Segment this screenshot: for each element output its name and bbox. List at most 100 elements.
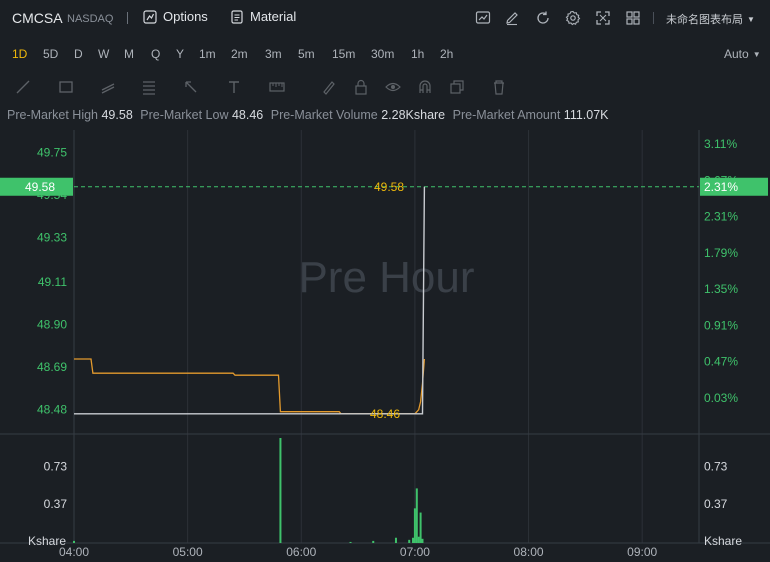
- channel-icon[interactable]: [99, 78, 117, 96]
- drawing-toolbar: [0, 74, 770, 100]
- symbol-name[interactable]: CMCSA: [12, 10, 63, 26]
- scale-mode-selector[interactable]: Auto ▼: [724, 47, 761, 61]
- fullscreen-icon[interactable]: [595, 10, 611, 26]
- percent-tick-label: 0.03%: [704, 391, 738, 405]
- percent-tick-label: 0.91%: [704, 318, 738, 332]
- time-tick-label: 05:00: [173, 545, 203, 559]
- rectangle-icon[interactable]: [57, 78, 75, 96]
- top-toolbar: CMCSA NASDAQ Options Material 未命名图表布局 ▼: [0, 0, 770, 37]
- period-1d[interactable]: 1D: [12, 47, 27, 61]
- percent-tick-label: 3.11%: [704, 137, 737, 151]
- volume-value: 2.28Kshare: [381, 108, 446, 122]
- volume-bar: [417, 536, 420, 543]
- lock-icon[interactable]: [352, 78, 370, 96]
- trash-icon[interactable]: [490, 78, 508, 96]
- chevron-down-icon: ▼: [747, 14, 755, 24]
- brush-icon[interactable]: [320, 78, 338, 96]
- exchange-name: NASDAQ: [67, 13, 114, 25]
- time-tick-label: 06:00: [286, 545, 316, 559]
- volume-label: Pre-Market Volume: [270, 108, 378, 122]
- volume-tick-label: 0.37: [704, 497, 728, 511]
- period-5m[interactable]: 5m: [298, 47, 315, 61]
- volume-bar: [73, 540, 75, 543]
- high-value: 49.58: [101, 108, 133, 122]
- time-tick-label: 09:00: [627, 545, 657, 559]
- amount-label: Pre-Market Amount: [452, 108, 561, 122]
- price-tick-label: 48.69: [37, 360, 67, 374]
- text-tool-icon[interactable]: [225, 78, 243, 96]
- options-label: Options: [163, 9, 208, 24]
- time-tick-label: 07:00: [400, 545, 430, 559]
- time-tick-label: 04:00: [59, 545, 89, 559]
- high-annotation: 49.58: [374, 180, 404, 194]
- volume-bar: [421, 538, 424, 543]
- measure-icon[interactable]: [268, 78, 286, 96]
- volume-bar: [408, 539, 411, 543]
- volume-bar: [279, 438, 282, 543]
- chart-watermark: Pre Hour: [298, 253, 474, 302]
- time-tick-label: 08:00: [514, 545, 544, 559]
- price-tick-label: 49.33: [37, 230, 67, 244]
- layout-grid-icon[interactable]: [625, 10, 641, 26]
- percent-tick-label: 1.79%: [704, 246, 738, 260]
- volume-tick-label: 0.73: [704, 459, 728, 473]
- volume-bar: [413, 508, 416, 543]
- trend-line-icon[interactable]: [14, 78, 32, 96]
- period-1h[interactable]: 1h: [411, 47, 424, 61]
- period-15m[interactable]: 15m: [332, 47, 355, 61]
- chevron-down-icon: ▼: [752, 49, 761, 59]
- volume-bar: [349, 541, 352, 543]
- period-2h[interactable]: 2h: [440, 47, 453, 61]
- high-label: Pre-Market High: [7, 108, 98, 122]
- edit-icon[interactable]: [504, 10, 520, 26]
- low-value: 48.46: [231, 108, 264, 122]
- fibonacci-icon[interactable]: [140, 78, 158, 96]
- volume-tick-label: 0.37: [44, 497, 68, 511]
- period-30m[interactable]: 30m: [371, 47, 394, 61]
- scale-mode-label: Auto: [724, 47, 749, 61]
- period-w[interactable]: W: [98, 47, 109, 61]
- volume-bar: [415, 488, 418, 543]
- volume-tick-label: 0.73: [44, 459, 68, 473]
- chart-area[interactable]: Pre Hour49.7549.5449.3349.1148.9048.6948…: [0, 130, 770, 562]
- current-price-value: 49.58: [25, 180, 55, 194]
- period-5d[interactable]: 5D: [43, 47, 58, 61]
- refresh-icon[interactable]: [535, 10, 551, 26]
- material-button[interactable]: Material: [230, 9, 296, 24]
- arrow-icon[interactable]: [182, 78, 200, 96]
- price-tick-label: 48.90: [37, 318, 67, 332]
- layout-selector[interactable]: 未命名图表布局 ▼: [666, 11, 755, 27]
- period-d[interactable]: D: [74, 47, 83, 61]
- volume-bar: [394, 537, 397, 543]
- low-label: Pre-Market Low: [140, 108, 229, 122]
- period-3m[interactable]: 3m: [265, 47, 282, 61]
- period-2m[interactable]: 2m: [231, 47, 248, 61]
- percent-tick-label: 2.31%: [704, 210, 738, 224]
- document-icon: [231, 9, 243, 24]
- period-1m[interactable]: 1m: [199, 47, 216, 61]
- volume-bar: [372, 540, 375, 543]
- volume-unit-label: Kshare: [704, 534, 742, 548]
- layout-name-label: 未命名图表布局: [666, 14, 743, 26]
- price-tick-label: 49.11: [38, 275, 67, 289]
- settings-icon[interactable]: [565, 10, 581, 26]
- options-icon: [143, 9, 157, 24]
- volume-bar: [419, 512, 422, 543]
- price-tick-label: 49.75: [37, 145, 67, 159]
- chart-icon[interactable]: [475, 10, 491, 26]
- period-q[interactable]: Q: [151, 47, 160, 61]
- eye-icon[interactable]: [384, 78, 402, 96]
- amount-value: 111.07K: [563, 108, 609, 122]
- period-y[interactable]: Y: [176, 47, 184, 61]
- volume-bar: [412, 537, 415, 543]
- options-button[interactable]: Options: [143, 9, 208, 24]
- divider: [127, 12, 128, 24]
- period-m[interactable]: M: [124, 47, 134, 61]
- percent-tick-label: 0.47%: [704, 355, 738, 369]
- magnet-icon[interactable]: [416, 78, 434, 96]
- average-price-line: [74, 358, 426, 415]
- divider: [653, 12, 654, 24]
- period-bar: 1D 5D D W M Q Y 1m 2m 3m 5m 15m 30m 1h 2…: [0, 37, 770, 71]
- duplicate-icon[interactable]: [448, 78, 466, 96]
- intraday-chart[interactable]: Pre Hour49.7549.5449.3349.1148.9048.6948…: [0, 130, 770, 562]
